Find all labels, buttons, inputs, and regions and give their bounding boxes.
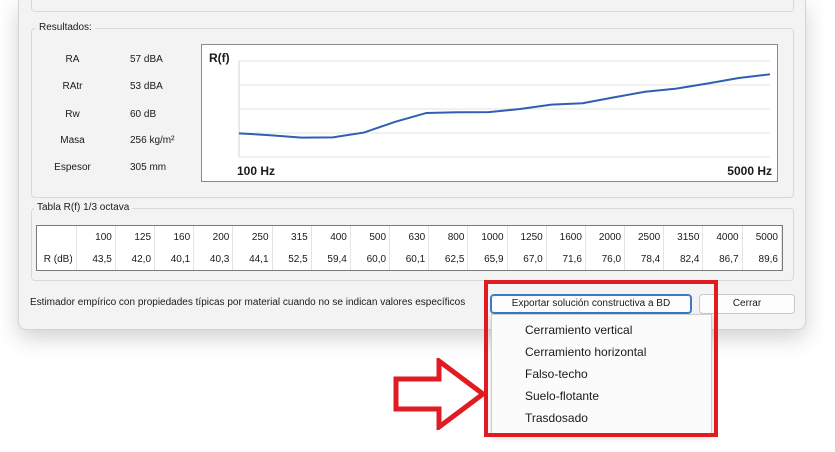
result-value: 256 kg/m²	[130, 135, 175, 146]
table-freq-cell: 1600	[546, 226, 586, 248]
footer-note: Estimador empírico con propiedades típic…	[30, 297, 466, 308]
table-value-cell: 40,3	[193, 248, 234, 270]
table-value-cell: 59,4	[311, 248, 351, 270]
red-highlight-box	[484, 280, 718, 437]
result-label: Masa	[60, 135, 85, 146]
result-label: Espesor	[54, 162, 91, 173]
table-row-label: R (dB)	[37, 248, 77, 270]
table-freq-cell: 1000	[467, 226, 508, 248]
top-group-frame	[31, 0, 794, 12]
red-arrow-icon	[393, 358, 488, 430]
table-freq-cell: 315	[272, 226, 312, 248]
result-row-ra: RA 57 dBA	[50, 54, 185, 68]
table-value-cell: 60,0	[350, 248, 391, 270]
result-value: 57 dBA	[130, 54, 163, 65]
rf-table: 100 125 160 200 250 315 400 500 630 800 1000 1250 16…	[36, 225, 783, 271]
rf-series-line	[238, 73, 771, 139]
table-value-cell: 71,6	[546, 248, 586, 270]
table-value-cell: 65,9	[467, 248, 508, 270]
table-value-cell: 44,1	[232, 248, 273, 270]
table-freq-cell: 2000	[585, 226, 626, 248]
result-label: Rw	[65, 109, 80, 120]
table-freq-cell: 3150	[663, 226, 704, 248]
result-value: 60 dB	[130, 109, 157, 120]
table-freq-cell: 4000	[702, 226, 743, 248]
result-label: RA	[65, 54, 80, 65]
results-group: Resultados: RA 57 dBA RAtr 53 dBA Rw 60 …	[31, 22, 794, 198]
rf-plot-svg	[238, 60, 771, 158]
result-row-ratr: RAtr 53 dBA	[50, 81, 185, 95]
table-freq-cell: 630	[389, 226, 430, 248]
table-value-cell: 60,1	[389, 248, 430, 270]
table-value-cell: 86,7	[702, 248, 743, 270]
table-value-cell: 78,4	[624, 248, 665, 270]
table-value-row: R (dB) 43,5 42,0 40,1 40,3 44,1 52,5 59,4 60,0 60…	[37, 248, 783, 270]
table-value-cell: 40,1	[154, 248, 195, 270]
table-freq-cell: 800	[428, 226, 469, 248]
table-freq-cell: 500	[350, 226, 391, 248]
table-title: Tabla R(f) 1/3 octava	[34, 202, 133, 213]
result-value: 305 mm	[130, 162, 167, 173]
result-row-masa: Masa 256 kg/m²	[50, 135, 185, 149]
table-freq-cell: 100	[76, 226, 116, 248]
table-value-cell: 89,6	[742, 248, 783, 270]
table-value-cell: 43,5	[76, 248, 116, 270]
result-row-rw: Rw 60 dB	[50, 109, 185, 123]
result-row-espesor: Espesor 305 mm	[50, 162, 185, 176]
table-value-cell: 76,0	[585, 248, 626, 270]
table-value-cell: 62,5	[428, 248, 469, 270]
table-freq-cell: 125	[115, 226, 156, 248]
table-freq-cell: 2500	[624, 226, 665, 248]
table-freq-cell: 5000	[742, 226, 783, 248]
table-freq-cell: 250	[232, 226, 273, 248]
result-label: RAtr	[62, 81, 83, 92]
table-header-row: 100 125 160 200 250 315 400 500 630 800 1000 1250 16…	[37, 226, 783, 248]
table-value-cell: 42,0	[115, 248, 156, 270]
table-value-cell: 82,4	[663, 248, 704, 270]
rf-plot: R(f) 100 Hz 5000 Hz	[201, 44, 778, 182]
table-value-cell: 67,0	[507, 248, 547, 270]
plot-x-start-label: 100 Hz	[237, 164, 276, 178]
plot-x-end-label: 5000 Hz	[727, 164, 772, 178]
table-freq-cell: 1250	[507, 226, 547, 248]
table-corner-cell	[37, 226, 77, 248]
result-value: 53 dBA	[130, 81, 163, 92]
table-freq-cell: 200	[193, 226, 234, 248]
results-title: Resultados:	[36, 22, 95, 33]
table-freq-cell: 160	[154, 226, 195, 248]
table-value-cell: 52,5	[272, 248, 312, 270]
table-freq-cell: 400	[311, 226, 351, 248]
